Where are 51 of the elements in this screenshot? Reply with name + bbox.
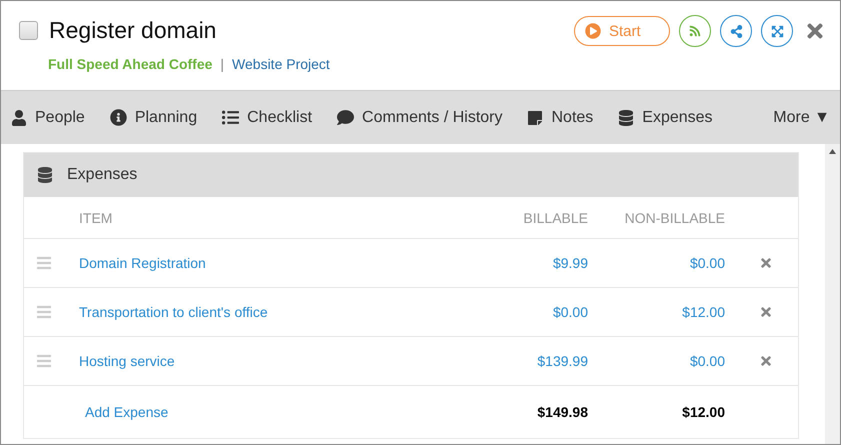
database-icon bbox=[37, 167, 53, 183]
column-header: ITEM bbox=[79, 210, 114, 226]
expand-button[interactable] bbox=[761, 15, 793, 47]
tab[interactable]: People bbox=[11, 108, 97, 126]
list-icon bbox=[222, 109, 240, 126]
delete-icon[interactable] bbox=[759, 305, 773, 319]
tab[interactable]: Expenses bbox=[618, 108, 725, 126]
play-icon bbox=[585, 23, 601, 39]
tab[interactable]: Checklist bbox=[222, 108, 324, 126]
panel-title: Expenses bbox=[67, 166, 138, 184]
person-icon bbox=[11, 110, 27, 126]
expand-icon bbox=[770, 24, 784, 38]
tab[interactable]: Planning bbox=[110, 108, 210, 126]
rss-icon bbox=[689, 25, 701, 37]
item-link[interactable]: Transportation to client's office bbox=[79, 304, 448, 320]
drag-handle-icon[interactable] bbox=[36, 304, 52, 320]
non-billable-total: $12.00 bbox=[681, 404, 725, 420]
share-icon bbox=[730, 24, 742, 38]
billable-amount[interactable]: $139.99 bbox=[448, 353, 588, 369]
non-billable-amount[interactable]: $0.00 bbox=[588, 353, 725, 369]
separator: | bbox=[220, 56, 224, 72]
database-icon bbox=[618, 110, 634, 126]
delete-icon[interactable] bbox=[759, 256, 773, 270]
tab[interactable]: Comments / History bbox=[337, 108, 514, 126]
client-name: Full Speed Ahead Coffee bbox=[48, 56, 212, 72]
share-button[interactable] bbox=[720, 15, 752, 47]
scroll-up-icon[interactable] bbox=[829, 149, 836, 154]
scrollbar[interactable] bbox=[825, 144, 840, 444]
start-button[interactable]: Start bbox=[574, 16, 670, 46]
task-checkbox[interactable] bbox=[19, 21, 38, 40]
delete-icon[interactable] bbox=[759, 354, 773, 368]
comment-icon bbox=[337, 109, 354, 126]
add-expense-link[interactable]: Add Expense bbox=[79, 404, 448, 420]
non-billable-amount[interactable]: $12.00 bbox=[588, 304, 725, 320]
column-header: BILLABLE bbox=[522, 210, 588, 226]
item-link[interactable]: Domain Registration bbox=[79, 255, 448, 271]
billable-amount[interactable]: $9.99 bbox=[448, 255, 588, 271]
info-icon bbox=[110, 109, 127, 126]
task-title: Register domain bbox=[49, 17, 216, 44]
billable-amount[interactable]: $0.00 bbox=[448, 304, 588, 320]
column-header: NON-BILLABLE bbox=[624, 210, 725, 226]
project-link[interactable]: Website Project bbox=[232, 56, 330, 72]
billable-total: $149.98 bbox=[536, 404, 588, 420]
note-icon bbox=[527, 110, 544, 126]
rss-button[interactable] bbox=[679, 15, 711, 47]
item-link[interactable]: Hosting service bbox=[79, 353, 448, 369]
tab[interactable]: Notes bbox=[527, 108, 606, 126]
tab[interactable]: More ▼ bbox=[773, 108, 830, 126]
non-billable-amount[interactable]: $0.00 bbox=[588, 255, 725, 271]
drag-handle-icon[interactable] bbox=[36, 255, 52, 271]
drag-handle-icon[interactable] bbox=[36, 353, 52, 369]
